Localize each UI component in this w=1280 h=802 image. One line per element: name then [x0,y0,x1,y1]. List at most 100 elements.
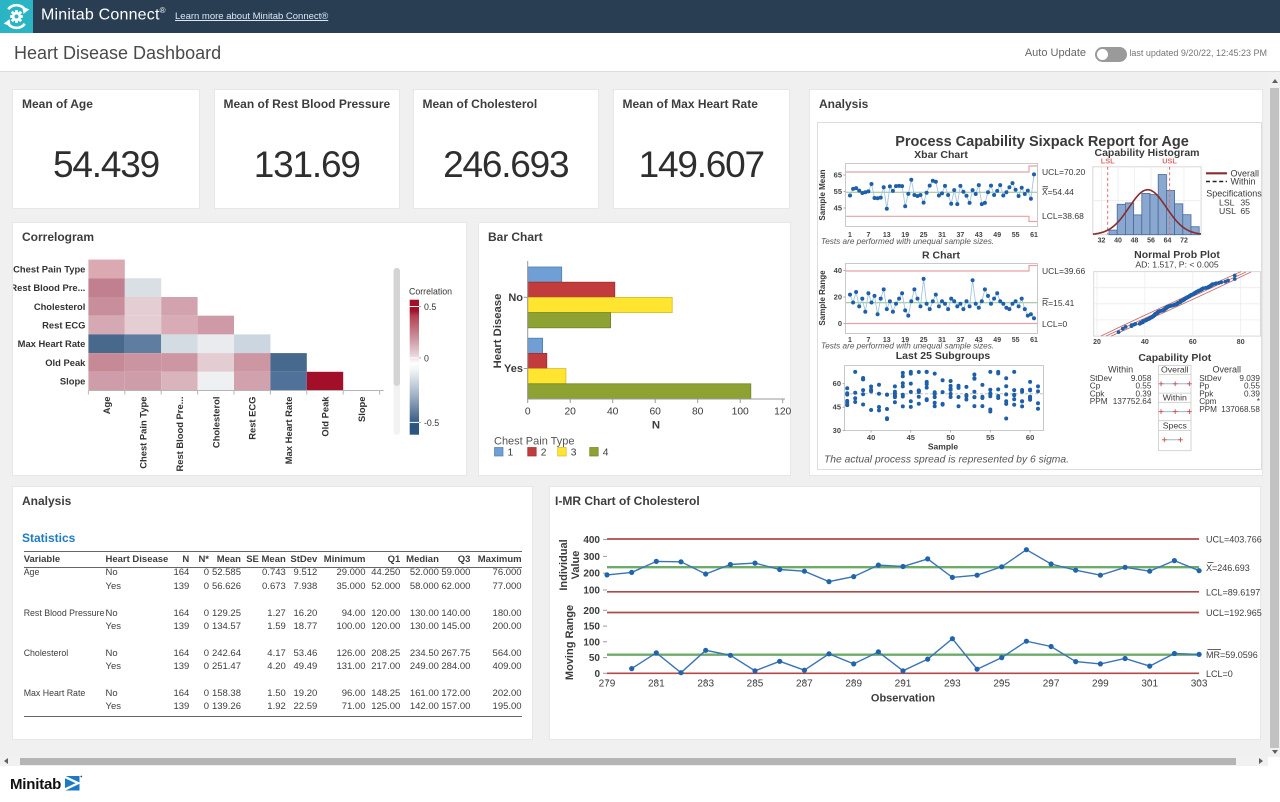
svg-text:65: 65 [1240,206,1250,216]
svg-text:Chest Pain Type: Chest Pain Type [494,436,575,448]
svg-text:LCL=89.6197: LCL=89.6197 [1206,588,1260,598]
svg-text:297: 297 [1043,679,1060,690]
svg-text:200: 200 [583,606,600,617]
svg-text:50: 50 [589,653,601,664]
svg-text:65: 65 [834,171,842,180]
svg-text:USL: USL [1162,157,1177,166]
svg-text:55: 55 [1012,232,1020,239]
svg-text:Max Heart Rate: Max Heart Rate [18,338,86,349]
svg-text:Value: Value [570,551,582,580]
svg-text:MR=59.0596: MR=59.0596 [1206,650,1258,660]
svg-text:Within: Within [1231,177,1256,187]
svg-text:137752.64: 137752.64 [1113,397,1152,406]
svg-text:Slope: Slope [60,376,86,387]
svg-text:100: 100 [583,637,600,648]
svg-text:Within: Within [1163,393,1187,403]
svg-text:Overall: Overall [1212,365,1241,375]
svg-text:301: 301 [1141,679,1158,690]
svg-text:Old Peak: Old Peak [320,396,331,437]
svg-text:Correlation: Correlation [409,287,452,297]
svg-text:55: 55 [834,187,842,196]
svg-text:80: 80 [1237,339,1245,346]
svg-text:72: 72 [1180,238,1188,245]
svg-text:Observation: Observation [871,693,935,705]
svg-text:Within: Within [1108,365,1133,375]
svg-text:32: 32 [1098,238,1106,245]
svg-text:40: 40 [1114,238,1122,245]
svg-text:137068.58: 137068.58 [1221,405,1260,414]
svg-text:400: 400 [583,535,600,546]
svg-text:200: 200 [583,569,600,580]
svg-text:49: 49 [993,337,1001,344]
svg-text:279: 279 [599,679,616,690]
svg-text:USL: USL [1219,206,1236,216]
svg-text:No: No [508,292,523,304]
svg-text:285: 285 [747,679,764,690]
svg-text:0: 0 [424,353,429,363]
svg-text:61: 61 [1030,337,1038,344]
svg-text:80: 80 [692,407,704,418]
svg-text:Chest Pain Type: Chest Pain Type [138,397,149,469]
svg-text:Individual: Individual [558,539,570,590]
svg-text:60: 60 [1026,433,1034,442]
svg-text:LSL: LSL [1101,157,1115,166]
svg-text:Sample Range: Sample Range [818,270,827,326]
svg-text:1: 1 [508,447,514,458]
svg-text:PPM: PPM [1199,405,1217,414]
svg-text:Capability Plot: Capability Plot [1138,352,1211,364]
svg-text:0: 0 [525,407,531,418]
svg-text:PPM: PPM [1090,397,1108,406]
svg-text:45: 45 [834,204,842,213]
svg-text:R=15.41: R=15.41 [1042,298,1075,308]
svg-text:LCL=0: LCL=0 [1042,319,1068,329]
svg-text:AD: 1.517, P: < 0.005: AD: 1.517, P: < 0.005 [1135,259,1218,269]
svg-text:LCL=38.68: LCL=38.68 [1042,211,1084,221]
svg-text:4: 4 [603,447,609,458]
svg-text:40: 40 [867,433,875,442]
svg-text:293: 293 [944,679,961,690]
svg-text:48: 48 [1131,238,1139,245]
svg-text:Rest ECG: Rest ECG [247,397,258,440]
svg-text:X=246.693: X=246.693 [1206,563,1250,573]
svg-text:0.5: 0.5 [424,302,436,312]
svg-text:Age: Age [101,397,112,415]
svg-text:Sample Mean: Sample Mean [818,169,827,220]
svg-text:100: 100 [732,407,749,418]
svg-text:Slope: Slope [356,397,367,423]
svg-text:20: 20 [564,407,576,418]
svg-text:300: 300 [583,552,600,563]
svg-text:Sample: Sample [928,442,959,452]
svg-text:100: 100 [583,586,600,597]
svg-text:283: 283 [697,679,714,690]
svg-text:LCL=0: LCL=0 [1206,669,1233,679]
svg-text:299: 299 [1092,679,1109,690]
svg-text:Max Heart Rate: Max Heart Rate [283,397,294,465]
svg-text:40: 40 [834,266,842,275]
svg-text:-0.5: -0.5 [424,418,439,428]
svg-text:UCL=403.766: UCL=403.766 [1206,535,1262,545]
svg-text:The actual process spread is r: The actual process spread is represented… [824,455,1069,466]
svg-text:Overall: Overall [1161,365,1189,375]
svg-text:20: 20 [834,293,842,302]
svg-text:Yes: Yes [504,363,523,375]
svg-text:281: 281 [648,679,665,690]
svg-text:40: 40 [1141,339,1149,346]
svg-text:60: 60 [833,379,841,388]
svg-text:30: 30 [833,426,841,435]
svg-text:0: 0 [838,319,842,328]
svg-text:Xbar Chart: Xbar Chart [914,149,968,161]
svg-text:295: 295 [993,679,1010,690]
svg-text:64: 64 [1164,238,1172,245]
svg-text:Rest Blood Pre...: Rest Blood Pre... [174,397,185,472]
svg-text:56: 56 [1147,238,1155,245]
svg-text:3: 3 [571,447,577,458]
svg-text:R Chart: R Chart [922,250,960,262]
svg-text:Rest ECG: Rest ECG [42,319,85,330]
svg-text:Cholesterol: Cholesterol [210,397,221,449]
svg-text:55: 55 [986,433,994,442]
svg-text:289: 289 [845,679,862,690]
svg-text:120: 120 [774,407,791,418]
svg-text:Chest Pain Type: Chest Pain Type [13,263,85,274]
svg-text:291: 291 [895,679,912,690]
svg-text:UCL=192.965: UCL=192.965 [1206,608,1262,618]
